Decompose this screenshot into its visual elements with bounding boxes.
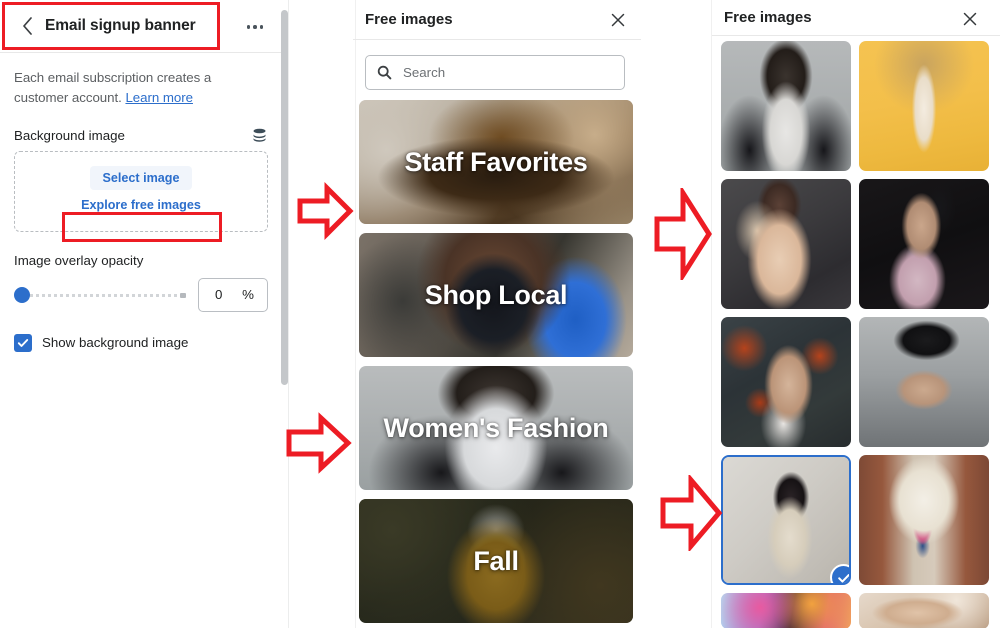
image-thumbnail — [721, 593, 851, 628]
close-icon[interactable] — [959, 8, 981, 30]
background-image-label: Background image — [14, 127, 125, 143]
panel-header: Email signup banner — [0, 0, 282, 53]
image-overlay-opacity-label: Image overlay opacity — [14, 252, 144, 268]
free-images-grid-panel: Free images — [712, 0, 1000, 628]
background-image-field-header: Background image — [14, 127, 268, 144]
category-label: Staff Favorites — [404, 146, 588, 177]
category-label: Fall — [473, 545, 519, 576]
slider-track-end — [180, 292, 186, 298]
arrow-to-free-images-panel — [297, 181, 354, 241]
image-tile-selected[interactable] — [721, 455, 851, 585]
close-icon[interactable] — [607, 9, 629, 31]
show-background-image-checkbox[interactable]: Show background image — [14, 333, 268, 352]
opacity-slider[interactable] — [14, 285, 186, 305]
image-thumbnail — [721, 41, 851, 171]
database-stack-icon[interactable] — [251, 127, 268, 144]
image-thumbnail — [859, 317, 989, 447]
category-label: Shop Local — [424, 279, 568, 310]
free-images-category-panel: Free images Search Staff Favorites Shop … — [353, 0, 641, 628]
explore-free-images-button[interactable]: Explore free images — [69, 192, 213, 217]
arrow-to-womens-fashion — [286, 412, 352, 474]
learn-more-link[interactable]: Learn more — [125, 90, 193, 105]
opacity-value: 0 — [215, 287, 223, 303]
opacity-input[interactable]: 0 % — [198, 277, 268, 312]
search-input[interactable]: Search — [365, 55, 625, 90]
checkmark-circle-icon — [830, 564, 849, 583]
image-tile[interactable] — [859, 455, 989, 585]
image-tile[interactable] — [859, 41, 989, 171]
image-thumbnail — [721, 317, 851, 447]
page-title: Email signup banner — [45, 17, 196, 34]
free-images-grid-title: Free images — [724, 9, 812, 26]
image-grid — [721, 41, 989, 628]
free-images-panel-header: Free images — [353, 0, 641, 40]
arrow-to-image-grid — [654, 188, 712, 280]
settings-panel: Email signup banner Each email subscript… — [0, 0, 288, 628]
image-tile[interactable] — [859, 179, 989, 309]
search-placeholder: Search — [403, 65, 446, 80]
opacity-unit: % — [242, 287, 254, 303]
panel-description: Each email subscription creates a custom… — [14, 68, 268, 108]
image-thumbnail — [859, 179, 989, 309]
category-card[interactable]: Shop Local — [359, 233, 633, 357]
image-dropzone[interactable]: Select image Explore free images — [14, 150, 268, 232]
checkmark-icon[interactable] — [14, 333, 32, 352]
ellipsis-icon[interactable] — [242, 16, 268, 38]
image-tile[interactable] — [859, 593, 989, 628]
image-tile[interactable] — [721, 593, 851, 628]
slider-track — [23, 293, 185, 297]
image-thumbnail — [859, 593, 989, 628]
category-card[interactable]: Staff Favorites — [359, 100, 633, 224]
image-thumbnail — [859, 455, 989, 585]
screenshot-root: Email signup banner Each email subscript… — [0, 0, 1000, 628]
image-tile[interactable] — [721, 179, 851, 309]
image-tile[interactable] — [721, 317, 851, 447]
image-thumbnail — [721, 179, 851, 309]
select-image-button[interactable]: Select image — [90, 165, 192, 190]
category-card[interactable]: Fall — [359, 499, 633, 623]
slider-thumb[interactable] — [14, 286, 30, 303]
settings-panel-scrollbar[interactable] — [281, 10, 288, 385]
free-images-grid-header: Free images — [712, 0, 1000, 36]
search-icon — [377, 65, 392, 80]
opacity-control-row: 0 % — [14, 277, 268, 312]
panel-divider-left — [288, 0, 289, 628]
settings-body: Each email subscription creates a custom… — [0, 53, 282, 352]
chevron-left-icon[interactable] — [10, 9, 44, 43]
category-list: Staff Favorites Shop Local Women's Fashi… — [359, 100, 635, 628]
image-tile[interactable] — [859, 317, 989, 447]
image-thumbnail — [723, 457, 849, 583]
category-card[interactable]: Women's Fashion — [359, 366, 633, 490]
free-images-title: Free images — [365, 11, 453, 28]
image-thumbnail — [859, 41, 989, 171]
show-background-image-label: Show background image — [42, 335, 189, 351]
image-tile[interactable] — [721, 41, 851, 171]
category-label: Women's Fashion — [383, 412, 609, 443]
